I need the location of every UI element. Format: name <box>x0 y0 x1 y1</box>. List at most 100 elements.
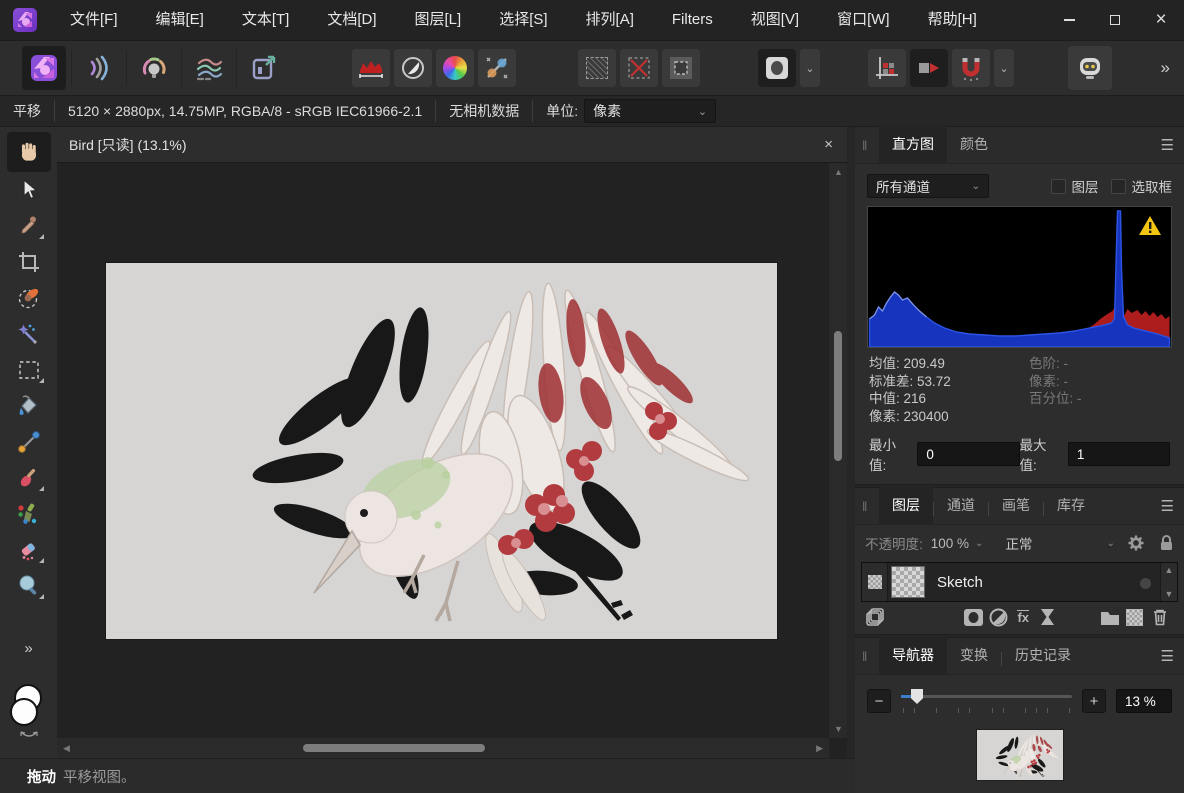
export-persona-button[interactable] <box>242 46 286 90</box>
close-button[interactable]: × <box>1138 0 1184 40</box>
mask-layer-button[interactable] <box>964 606 985 628</box>
transform-origin-button[interactable] <box>910 49 948 87</box>
document-close-icon[interactable]: × <box>824 136 833 153</box>
snapping-button[interactable] <box>952 49 990 87</box>
channel-select[interactable]: 所有通道 ⌄ <box>867 174 989 198</box>
edit-all-layers-button[interactable] <box>865 606 886 628</box>
scroll-up-icon[interactable]: ▲ <box>834 167 843 177</box>
panel-drag-handle[interactable]: ‖ <box>862 138 868 153</box>
select-all-button[interactable] <box>578 49 616 87</box>
deselect-button[interactable] <box>620 49 658 87</box>
zoom-slider[interactable] <box>901 686 1072 716</box>
adjustment-layer-button[interactable] <box>988 606 1009 628</box>
slider-track[interactable] <box>901 695 1072 698</box>
document-viewport[interactable] <box>57 163 829 738</box>
tab-layers[interactable]: 图层 <box>879 487 933 524</box>
clipping-warning-icon[interactable] <box>1137 214 1163 238</box>
tab-history[interactable]: 历史记录 <box>1002 637 1084 674</box>
procedural-texture-button[interactable] <box>1038 606 1059 628</box>
menu-help[interactable]: 帮助[H] <box>909 0 996 40</box>
histogram-chart[interactable] <box>867 206 1172 348</box>
alignment-guides-button[interactable] <box>868 49 906 87</box>
maximize-button[interactable] <box>1092 0 1138 40</box>
menu-filters[interactable]: Filters <box>653 0 732 40</box>
chevron-down-icon[interactable]: ⌄ <box>975 538 983 549</box>
new-layer-button[interactable] <box>1125 606 1146 628</box>
tab-navigator[interactable]: 导航器 <box>879 637 947 674</box>
flood-select-tool-button[interactable] <box>9 316 49 352</box>
selection-brush-tool-button[interactable] <box>9 280 49 316</box>
color-picker-tool-button[interactable] <box>9 208 49 244</box>
vertical-scroll-thumb[interactable] <box>834 331 842 461</box>
tab-color[interactable]: 颜色 <box>947 126 1001 163</box>
crop-tool-button[interactable] <box>9 244 49 280</box>
marquee-checkbox[interactable]: 选取框 <box>1111 176 1173 196</box>
vertical-scrollbar[interactable]: ▲ ▼ <box>829 163 847 738</box>
unit-select[interactable]: 像素 ⌄ <box>584 99 716 123</box>
liquify-persona-button[interactable] <box>77 46 121 90</box>
scroll-down-icon[interactable]: ▼ <box>1165 589 1174 599</box>
auto-contrast-button[interactable] <box>394 49 432 87</box>
paint-brush-tool-button[interactable] <box>9 460 49 496</box>
tab-channels[interactable]: 通道 <box>934 487 988 524</box>
snapping-options-chevron[interactable]: ⌄ <box>994 49 1014 87</box>
menu-document[interactable]: 文档[D] <box>308 0 395 40</box>
menu-window[interactable]: 窗口[W] <box>818 0 909 40</box>
flood-fill-tool-button[interactable] <box>9 388 49 424</box>
panel-drag-handle[interactable]: ‖ <box>862 499 868 514</box>
color-replacement-brush-tool-button[interactable] <box>9 496 49 532</box>
gradient-tool-button[interactable] <box>9 424 49 460</box>
zoom-value-field[interactable]: 13 % <box>1116 689 1172 713</box>
scroll-down-icon[interactable]: ▼ <box>834 724 843 734</box>
tab-histogram[interactable]: 直方图 <box>879 126 947 163</box>
panel-menu-icon[interactable]: ☰ <box>1161 497 1174 515</box>
layer-checkbox[interactable]: 图层 <box>1051 176 1099 196</box>
panel-drag-handle[interactable]: ‖ <box>862 649 868 664</box>
tab-stock[interactable]: 库存 <box>1044 487 1098 524</box>
navigator-thumbnail[interactable] <box>977 730 1063 780</box>
max-value-field[interactable]: 1 <box>1068 442 1170 466</box>
menu-select[interactable]: 选择[S] <box>480 0 566 40</box>
live-filter-button[interactable]: fx <box>1013 606 1034 628</box>
mask-options-chevron[interactable]: ⌄ <box>800 49 820 87</box>
blend-mode-value[interactable]: 正常 <box>1005 533 1032 553</box>
layer-list-scrollbar[interactable]: ▲ ▼ <box>1160 563 1177 601</box>
marquee-tool-button[interactable] <box>9 352 49 388</box>
opacity-value[interactable]: 100 % <box>931 536 969 551</box>
minimize-button[interactable] <box>1046 0 1092 40</box>
auto-white-balance-button[interactable] <box>478 49 516 87</box>
invert-selection-button[interactable] <box>662 49 700 87</box>
document-tab-title[interactable]: Bird [只读] (13.1%) <box>57 135 186 155</box>
menu-layer[interactable]: 图层[L] <box>396 0 481 40</box>
tab-brushes[interactable]: 画笔 <box>989 487 1043 524</box>
checkbox-icon[interactable] <box>1111 179 1126 194</box>
erase-tool-button[interactable] <box>9 532 49 568</box>
zoom-in-button[interactable]: + <box>1082 689 1106 713</box>
layer-mask-column[interactable] <box>862 563 888 601</box>
menu-edit[interactable]: 编辑[E] <box>137 0 223 40</box>
gear-icon[interactable] <box>1127 534 1145 552</box>
blur-tool-button[interactable] <box>9 568 49 604</box>
color-swatches[interactable] <box>9 684 49 732</box>
photo-persona-button[interactable] <box>22 46 66 90</box>
panel-menu-icon[interactable]: ☰ <box>1161 647 1174 665</box>
chevron-down-icon[interactable]: ⌄ <box>1107 538 1115 549</box>
group-layers-button[interactable] <box>1100 606 1121 628</box>
tab-transform[interactable]: 变换 <box>947 637 1001 674</box>
document-page[interactable] <box>106 263 777 639</box>
menu-view[interactable]: 视图[V] <box>732 0 818 40</box>
tone-mapping-persona-button[interactable] <box>187 46 231 90</box>
scroll-left-icon[interactable]: ◀ <box>63 743 70 754</box>
delete-layer-button[interactable] <box>1149 606 1170 628</box>
zoom-out-button[interactable]: − <box>867 689 891 713</box>
swap-colors-icon[interactable] <box>18 730 40 740</box>
foreground-color-swatch[interactable] <box>10 698 38 726</box>
layer-name[interactable]: Sketch <box>937 574 983 591</box>
develop-persona-button[interactable] <box>132 46 176 90</box>
lock-icon[interactable] <box>1159 534 1174 552</box>
panel-menu-icon[interactable]: ☰ <box>1161 136 1174 154</box>
view-tool-button[interactable] <box>7 132 51 172</box>
slider-thumb[interactable] <box>911 689 923 704</box>
layer-thumbnail[interactable] <box>891 566 925 598</box>
horizontal-scroll-thumb[interactable] <box>303 744 485 752</box>
